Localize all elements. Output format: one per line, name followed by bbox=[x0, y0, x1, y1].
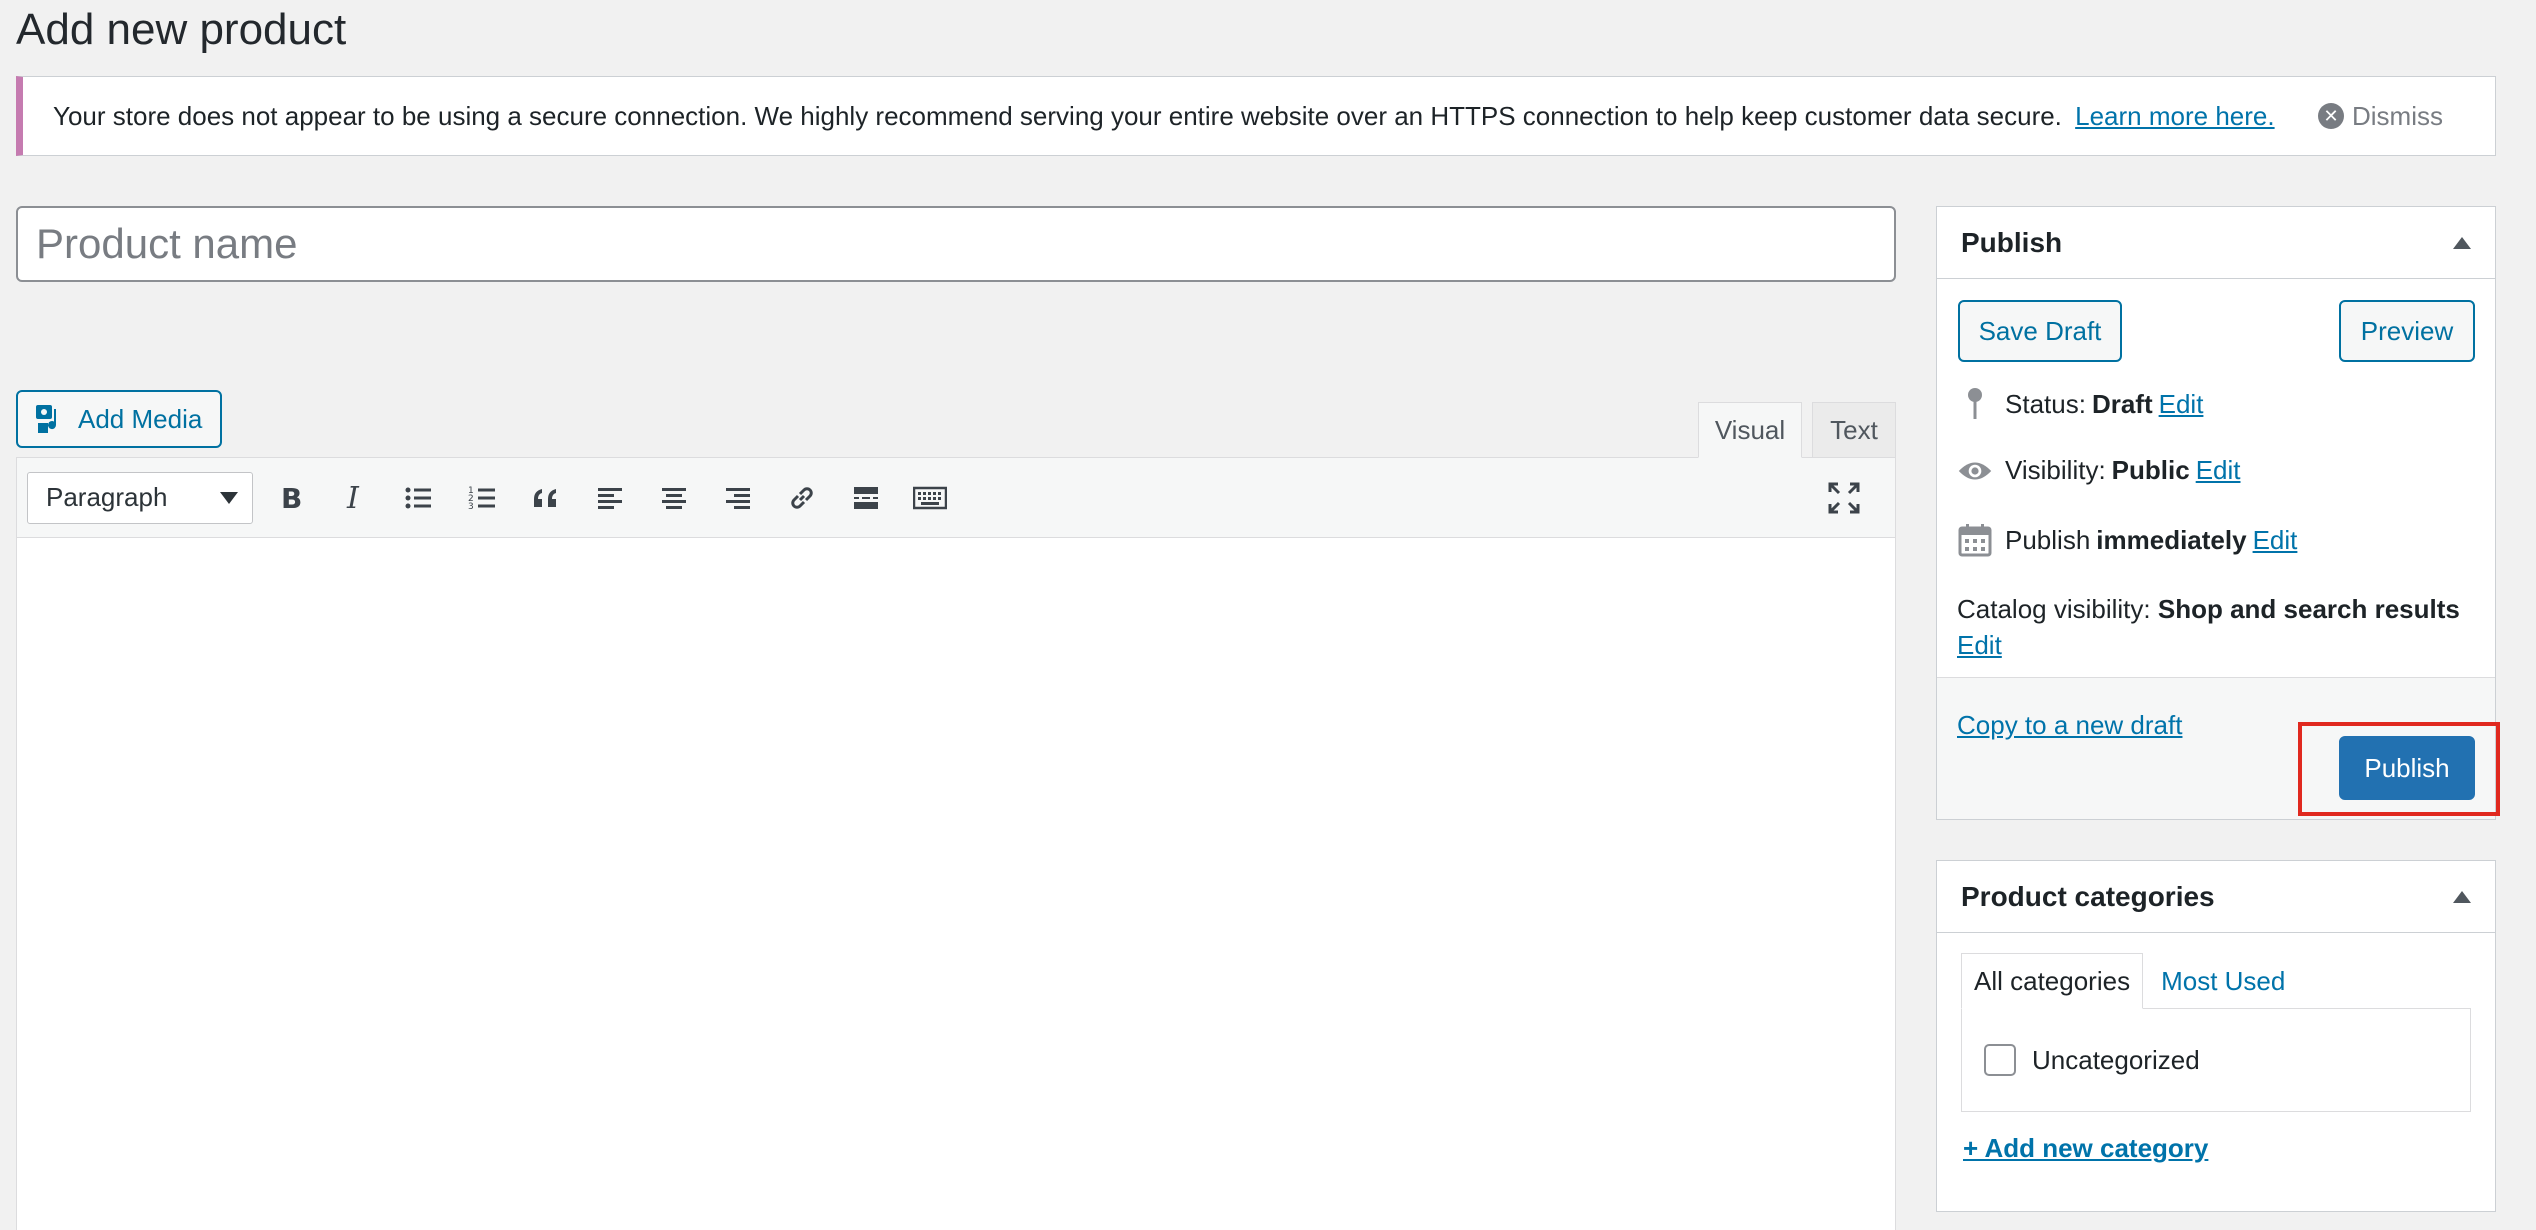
edit-catalog-visibility-link[interactable]: Edit bbox=[1957, 630, 2002, 660]
tab-most-used[interactable]: Most Used bbox=[2143, 953, 2297, 1009]
add-new-category-link[interactable]: + Add new category bbox=[1963, 1133, 2208, 1164]
category-label: Uncategorized bbox=[2032, 1044, 2200, 1075]
tab-visual[interactable]: Visual bbox=[1698, 402, 1802, 458]
copy-to-draft-link[interactable]: Copy to a new draft bbox=[1957, 710, 2182, 741]
align-right-icon bbox=[726, 487, 750, 509]
visibility-label: Visibility: bbox=[2005, 455, 2106, 485]
toolbar-toggle-button[interactable] bbox=[903, 471, 957, 525]
numbered-list-button[interactable]: 1 2 3 bbox=[455, 471, 509, 525]
fullscreen-button[interactable] bbox=[1817, 471, 1871, 525]
align-right-button[interactable] bbox=[711, 471, 765, 525]
publish-box: Publish Save Draft Preview Status: Draft… bbox=[1936, 206, 2496, 820]
collapse-toggle-icon[interactable] bbox=[2453, 236, 2471, 249]
categories-box-title: Product categories bbox=[1961, 880, 2215, 912]
svg-text:3: 3 bbox=[468, 502, 474, 512]
notice-message: Your store does not appear to be using a… bbox=[53, 101, 2275, 132]
read-more-button[interactable] bbox=[839, 471, 893, 525]
align-center-button[interactable] bbox=[647, 471, 701, 525]
close-icon: ✕ bbox=[2318, 103, 2344, 129]
edit-status-link[interactable]: Edit bbox=[2159, 389, 2204, 420]
align-left-icon bbox=[598, 487, 622, 509]
svg-text:I: I bbox=[346, 483, 360, 513]
pin-icon bbox=[1957, 387, 1993, 421]
learn-more-link[interactable]: Learn more here. bbox=[2075, 101, 2274, 131]
read-more-icon bbox=[854, 486, 878, 509]
schedule-label: Publish bbox=[2005, 524, 2091, 555]
bold-button[interactable]: B bbox=[263, 471, 317, 525]
svg-text:B: B bbox=[281, 483, 302, 513]
italic-button[interactable]: I bbox=[327, 471, 381, 525]
publish-button[interactable]: Publish bbox=[2339, 736, 2475, 800]
numbered-list-icon: 1 2 3 bbox=[468, 486, 495, 512]
edit-schedule-link[interactable]: Edit bbox=[2253, 525, 2298, 556]
page-title: Add new product bbox=[16, 5, 347, 54]
status-label: Status: bbox=[2005, 388, 2086, 419]
notice-text: Your store does not appear to be using a… bbox=[53, 100, 2062, 131]
editor-toolbar: Paragraph B I 1 2 3 bbox=[17, 458, 1895, 538]
chevron-down-icon bbox=[220, 491, 238, 504]
categories-box-header: Product categories bbox=[1937, 861, 2495, 933]
preview-button[interactable]: Preview bbox=[2339, 300, 2475, 362]
fullscreen-icon bbox=[1828, 482, 1860, 514]
category-list: Uncategorized bbox=[1961, 1008, 2471, 1112]
tab-all-categories[interactable]: All categories bbox=[1961, 953, 2144, 1009]
status-value: Draft bbox=[2091, 388, 2153, 419]
publish-box-header: Publish bbox=[1937, 207, 2495, 279]
insert-link-button[interactable] bbox=[775, 471, 829, 525]
add-media-label: Add Media bbox=[78, 403, 203, 434]
format-select-value: Paragraph bbox=[46, 482, 168, 512]
link-icon bbox=[791, 486, 813, 509]
keyboard-icon bbox=[913, 486, 947, 509]
format-select[interactable]: Paragraph bbox=[27, 471, 253, 524]
bulleted-list-button[interactable] bbox=[391, 471, 445, 525]
add-media-button[interactable]: Add Media bbox=[16, 390, 222, 448]
align-center-icon bbox=[662, 487, 686, 509]
italic-icon: I bbox=[346, 483, 360, 513]
align-left-button[interactable] bbox=[583, 471, 637, 525]
status-row: Status: Draft Edit bbox=[1957, 387, 2203, 421]
media-icon bbox=[36, 405, 57, 433]
publish-box-title: Publish bbox=[1961, 226, 2063, 258]
content-editor: Paragraph B I 1 2 3 bbox=[16, 457, 1896, 1230]
product-name-input[interactable] bbox=[16, 206, 1896, 282]
calendar-icon bbox=[1957, 523, 1993, 557]
editor-content-area[interactable] bbox=[17, 538, 1895, 1230]
https-warning-notice: Your store does not appear to be using a… bbox=[16, 76, 2496, 156]
visibility-row: Visibility: Public Edit bbox=[1957, 455, 2241, 486]
dismiss-button[interactable]: ✕ Dismiss bbox=[2318, 77, 2443, 155]
save-draft-button[interactable]: Save Draft bbox=[1958, 300, 2122, 362]
edit-visibility-link[interactable]: Edit bbox=[2196, 455, 2241, 486]
schedule-value: immediately bbox=[2096, 524, 2247, 555]
quote-icon bbox=[534, 488, 556, 507]
blockquote-button[interactable] bbox=[519, 471, 573, 525]
publish-actions: Copy to a new draft Publish bbox=[1937, 677, 2495, 819]
category-checkbox[interactable] bbox=[1984, 1044, 2016, 1076]
category-tabs: All categories Most Used bbox=[1961, 953, 2297, 1009]
dismiss-label: Dismiss bbox=[2352, 100, 2443, 131]
eye-icon bbox=[1957, 458, 1993, 484]
catalog-visibility-label: Catalog visibility: bbox=[1957, 594, 2151, 624]
tab-text[interactable]: Text bbox=[1812, 402, 1896, 458]
collapse-toggle-icon[interactable] bbox=[2453, 890, 2471, 903]
product-categories-box: Product categories All categories Most U… bbox=[1936, 860, 2496, 1212]
catalog-visibility-value: Shop and search results bbox=[2157, 594, 2460, 624]
bold-icon: B bbox=[281, 483, 302, 513]
catalog-visibility-row: Catalog visibility: Shop and search resu… bbox=[1957, 591, 2477, 663]
schedule-row: Publish immediately Edit bbox=[1957, 523, 2297, 557]
visibility-value: Public bbox=[2111, 455, 2190, 485]
bullet-list-icon bbox=[405, 487, 431, 508]
